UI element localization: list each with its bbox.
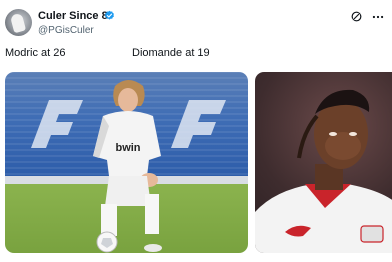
grok-icon[interactable] — [350, 10, 363, 23]
player-modric: bwin — [93, 80, 162, 253]
author-name[interactable]: Culer Since 8 — [38, 10, 108, 23]
tweet-image-modric[interactable]: bwin — [5, 72, 248, 253]
tweet-text-right: Diomande at 19 — [132, 47, 210, 59]
tweet-text-left: Modric at 26 — [5, 47, 66, 59]
tweet-image-diomande[interactable] — [255, 72, 392, 253]
avatar[interactable] — [5, 9, 32, 36]
verified-badge-icon — [105, 10, 114, 20]
more-options-icon[interactable] — [371, 10, 385, 24]
author-handle[interactable]: @PGisCuler — [38, 25, 94, 37]
avatar-image — [9, 12, 27, 34]
player-diomande — [255, 89, 392, 253]
jersey-sponsor: bwin — [115, 142, 140, 154]
